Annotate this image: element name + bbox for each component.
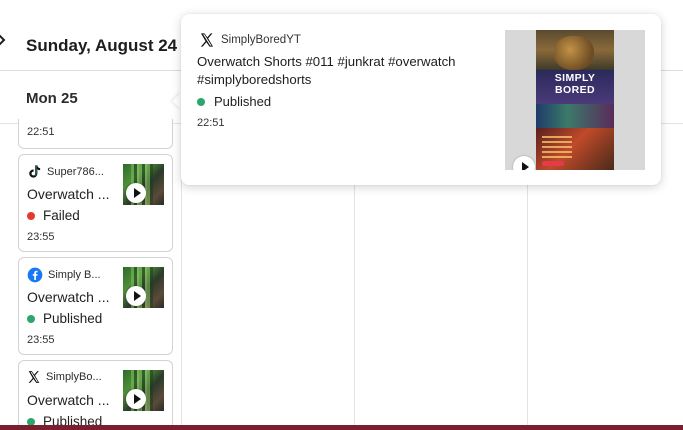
tiktok-icon	[29, 164, 41, 178]
post-preview-popover[interactable]: SimplyBoredYT Overwatch Shorts #011 #jun…	[181, 14, 661, 185]
account-name: SimplyBoredYT	[221, 34, 301, 46]
post-thumbnail[interactable]	[123, 164, 164, 205]
post-thumbnail[interactable]	[123, 267, 164, 308]
bottom-accent-bar	[0, 425, 683, 430]
post-title: Overwatch Shorts #011 #junkrat #overwatc…	[197, 54, 456, 87]
status-label: Published	[43, 311, 103, 326]
status-badge: Failed	[27, 208, 80, 223]
status-label: Failed	[43, 208, 80, 223]
account-name: SimplyBo...	[46, 371, 102, 383]
status-badge: Published	[27, 311, 102, 326]
post-title: Overwatch ...	[27, 289, 110, 305]
post-title: Overwatch ...	[27, 392, 110, 408]
post-card-x[interactable]: SimplyBo... Overwatch ... Published	[18, 360, 173, 430]
post-time: 23:55	[27, 334, 55, 346]
play-icon[interactable]	[513, 156, 535, 170]
status-dot-published	[197, 97, 205, 106]
x-logo-icon	[200, 33, 213, 47]
account-name: Simply B...	[48, 269, 101, 281]
post-card-facebook[interactable]: Simply B... Overwatch ... Published 23:5…	[18, 257, 173, 355]
date-range-title: Sunday, August 24 –	[26, 36, 192, 55]
post-card-tiktok[interactable]: Super786... Overwatch ... Failed 23:55	[18, 154, 173, 252]
status-badge: Published	[197, 94, 271, 109]
post-title: Overwatch ...	[27, 186, 110, 202]
play-icon[interactable]	[126, 389, 146, 409]
status-label: Published	[214, 94, 272, 109]
account-row: Super786...	[27, 164, 122, 179]
status-dot-published	[27, 314, 35, 323]
play-icon[interactable]	[126, 183, 146, 203]
thumbnail-image: SIMPLY BORED	[536, 30, 614, 170]
account-row: SimplyBoredYT	[199, 32, 301, 48]
thumbnail-brand-text: SIMPLY BORED	[554, 72, 596, 96]
day-label: Mon 25	[26, 90, 78, 107]
account-row: Simply B...	[27, 267, 122, 283]
post-time: 22:51	[27, 126, 55, 138]
facebook-icon	[27, 267, 43, 283]
post-thumbnail[interactable]	[123, 370, 164, 411]
account-row: SimplyBo...	[27, 370, 122, 384]
account-name: Super786...	[47, 165, 104, 178]
chevron-left-icon[interactable]	[0, 34, 8, 46]
x-logo-icon	[28, 371, 40, 383]
post-thumbnail[interactable]: SIMPLY BORED	[505, 30, 645, 170]
post-card-partial[interactable]: 22:51	[18, 119, 173, 149]
status-dot-failed	[27, 211, 35, 220]
post-time: 22:51	[197, 117, 225, 129]
play-icon[interactable]	[126, 286, 146, 306]
post-time: 23:55	[27, 231, 55, 243]
